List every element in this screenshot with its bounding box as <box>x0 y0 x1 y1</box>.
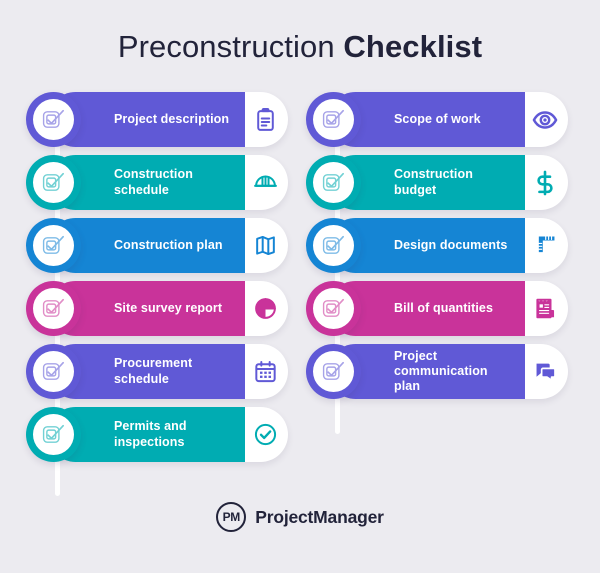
row-checkbox-badge[interactable] <box>306 92 361 147</box>
ruler-square-icon <box>522 218 568 273</box>
map-icon <box>242 218 288 273</box>
checkbox-check-icon <box>313 225 354 266</box>
row-label: Design documents <box>394 237 508 252</box>
checklist-row[interactable]: Site survey report <box>26 281 288 336</box>
logo-mark-text: PM <box>222 510 241 524</box>
row-checkbox-badge[interactable] <box>26 155 81 210</box>
checklist-row[interactable]: Design documents <box>306 218 568 273</box>
checklist-row[interactable]: Construction schedule <box>26 155 288 210</box>
row-label: Construction plan <box>114 237 223 252</box>
checklist-row[interactable]: Bill of quantities <box>306 281 568 336</box>
row-label: Procurement schedule <box>114 356 193 386</box>
checklist-row[interactable]: Permits and inspections <box>26 407 288 462</box>
row-checkbox-badge[interactable] <box>26 92 81 147</box>
page-title-bold: Checklist <box>343 29 483 64</box>
page-title: Preconstruction Checklist <box>0 0 600 62</box>
row-label: Construction schedule <box>114 167 193 197</box>
row-label: Project communication plan <box>394 348 488 394</box>
row-checkbox-badge[interactable] <box>26 407 81 462</box>
checklist-row[interactable]: Construction plan <box>26 218 288 273</box>
left-column: Project description Construction schedule… <box>26 92 288 496</box>
row-checkbox-badge[interactable] <box>306 155 361 210</box>
checklist-row[interactable]: Procurement schedule <box>26 344 288 399</box>
checklist-row[interactable]: Project communication plan <box>306 344 568 399</box>
row-label: Scope of work <box>394 111 481 126</box>
eye-icon <box>522 92 568 147</box>
row-checkbox-badge[interactable] <box>26 281 81 336</box>
dollar-sign-icon <box>522 155 568 210</box>
projectmanager-logo-icon: PM <box>216 502 247 532</box>
checkbox-check-icon <box>33 414 74 455</box>
row-label: Site survey report <box>114 300 223 315</box>
clipboard-icon <box>242 92 288 147</box>
checklist-row[interactable]: Construction budget <box>306 155 568 210</box>
row-label: Permits and inspections <box>114 419 187 449</box>
checklist-row[interactable]: Project description <box>26 92 288 147</box>
row-checkbox-badge[interactable] <box>26 218 81 273</box>
logo-wordmark: ProjectManager <box>255 506 384 527</box>
checkbox-check-icon <box>313 351 354 392</box>
chat-bubbles-icon <box>522 344 568 399</box>
checkbox-check-icon <box>33 351 74 392</box>
row-checkbox-badge[interactable] <box>306 281 361 336</box>
checklist-board: Project description Construction schedule… <box>0 92 600 496</box>
checkbox-check-icon <box>33 99 74 140</box>
checklist-row[interactable]: Scope of work <box>306 92 568 147</box>
checkbox-check-icon <box>313 288 354 329</box>
check-circle-icon <box>242 407 288 462</box>
footer-logo: PM ProjectManager <box>0 502 600 532</box>
row-label: Bill of quantities <box>394 300 494 315</box>
row-checkbox-badge[interactable] <box>306 344 361 399</box>
row-checkbox-badge[interactable] <box>306 218 361 273</box>
row-checkbox-badge[interactable] <box>26 344 81 399</box>
checkbox-check-icon <box>33 162 74 203</box>
page-title-light: Preconstruction <box>117 29 335 64</box>
hard-hat-icon <box>242 155 288 210</box>
checkbox-check-icon <box>33 225 74 266</box>
row-label: Project description <box>114 111 230 126</box>
calendar-icon <box>242 344 288 399</box>
row-label: Construction budget <box>394 167 473 197</box>
checkbox-check-icon <box>33 288 74 329</box>
right-column: Scope of work Construction budget Design d… <box>306 92 568 462</box>
invoice-icon <box>522 281 568 336</box>
checkbox-check-icon <box>313 99 354 140</box>
pie-chart-icon <box>242 281 288 336</box>
checkbox-check-icon <box>313 162 354 203</box>
